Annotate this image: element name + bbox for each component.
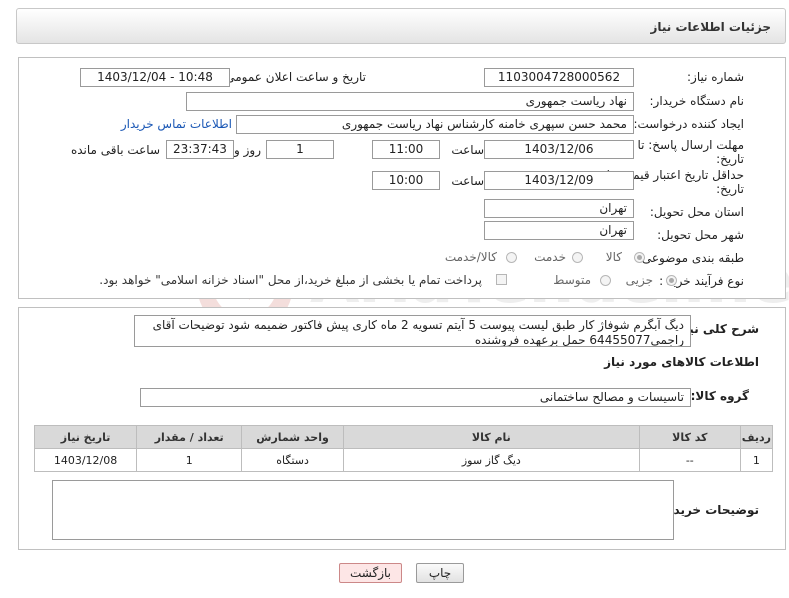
province-field: تهران bbox=[484, 199, 634, 218]
cell-name: دیگ گاز سوز bbox=[342, 448, 640, 472]
goods-table-header: ردیف کد کالا نام کالا واحد شمارش تعداد /… bbox=[33, 425, 774, 449]
treasury-payment-checkbox[interactable] bbox=[496, 274, 507, 285]
col-qty: تعداد / مقدار bbox=[136, 425, 243, 449]
need-number-label: شماره نیاز: bbox=[687, 70, 744, 84]
cell-qty: 1 bbox=[136, 448, 243, 472]
page-title: جزئیات اطلاعات نیاز bbox=[650, 20, 771, 34]
price-validity-time-label: ساعت bbox=[451, 174, 484, 188]
col-row: ردیف bbox=[739, 425, 774, 449]
category-label: طبقه بندی موضوعی: bbox=[637, 251, 744, 265]
remaining-time-field: 23:37:43 bbox=[166, 140, 234, 159]
cell-code: -- bbox=[638, 448, 741, 472]
process-medium-radio[interactable] bbox=[600, 275, 611, 286]
days-label: روز و bbox=[234, 143, 261, 157]
reply-time-label: ساعت bbox=[451, 143, 484, 157]
process-medium-label: متوسط bbox=[553, 273, 591, 287]
buyer-notes-field[interactable] bbox=[52, 480, 674, 540]
creator-label: ایجاد کننده درخواست: bbox=[633, 117, 744, 131]
reply-deadline-label: مهلت ارسال پاسخ: تا bbox=[637, 138, 744, 152]
goods-group-field: تاسیسات و مصالح ساختمانی bbox=[140, 388, 691, 407]
cell-unit: دستگاه bbox=[241, 448, 344, 472]
reply-deadline-date-label: تاریخ: bbox=[716, 152, 744, 166]
col-date: تاریخ نیاز bbox=[33, 425, 138, 449]
city-label: شهر محل تحویل: bbox=[657, 228, 744, 242]
city-field: تهران bbox=[484, 221, 634, 240]
reply-deadline-date-field: 1403/12/06 bbox=[484, 140, 634, 159]
back-button[interactable]: بازگشت bbox=[339, 563, 402, 583]
goods-table: ردیف کد کالا نام کالا واحد شمارش تعداد /… bbox=[33, 425, 774, 472]
col-unit: واحد شمارش bbox=[241, 425, 344, 449]
description-field: دیگ آبگرم شوفاژ کار طبق لیست پیوست 5 آیت… bbox=[134, 315, 691, 347]
category-service-radio[interactable] bbox=[572, 252, 583, 263]
page-header: جزئیات اطلاعات نیاز bbox=[16, 8, 786, 44]
buyer-org-label: نام دستگاه خریدار: bbox=[649, 94, 745, 108]
col-name: نام کالا bbox=[342, 425, 640, 449]
remaining-days-field: 1 bbox=[266, 140, 334, 159]
price-validity-date-field: 1403/12/09 bbox=[484, 171, 634, 190]
category-goods-radio[interactable] bbox=[634, 252, 645, 263]
buyer-org-field: نهاد ریاست جمهوری bbox=[186, 92, 634, 111]
need-number-field: 1103004728000562 bbox=[484, 68, 634, 87]
cell-row: 1 bbox=[739, 448, 774, 472]
price-validity-date-label: تاریخ: bbox=[716, 182, 744, 196]
table-row: 1 -- دیگ گاز سوز دستگاه 1 1403/12/08 bbox=[33, 448, 774, 472]
process-minor-radio[interactable] bbox=[666, 275, 677, 286]
goods-section-title: اطلاعات کالاهای مورد نیاز bbox=[604, 355, 759, 369]
description-text: دیگ آبگرم شوفاژ کار طبق لیست پیوست 5 آیت… bbox=[152, 318, 684, 347]
print-button[interactable]: چاپ bbox=[416, 563, 464, 583]
remaining-time-label: ساعت باقی مانده bbox=[70, 143, 160, 157]
cell-date: 1403/12/08 bbox=[33, 448, 138, 472]
process-minor-label: جزیی bbox=[625, 273, 653, 287]
col-code: کد کالا bbox=[638, 425, 741, 449]
category-both-radio[interactable] bbox=[506, 252, 517, 263]
announce-date-label: تاریخ و ساعت اعلان عمومی: bbox=[221, 70, 366, 84]
province-label: استان محل تحویل: bbox=[649, 205, 744, 219]
reply-time-field: 11:00 bbox=[372, 140, 440, 159]
buyer-contact-link[interactable]: اطلاعات تماس خریدار bbox=[121, 117, 232, 131]
treasury-payment-note: پرداخت تمام یا بخشی از مبلغ خرید،از محل … bbox=[99, 273, 482, 287]
price-validity-time-field: 10:00 bbox=[372, 171, 440, 190]
category-goods-label: کالا bbox=[605, 250, 622, 264]
category-both-label: کالا/خدمت bbox=[444, 250, 497, 264]
announce-date-field: 1403/12/04 - 10:48 bbox=[80, 68, 230, 87]
creator-field: محمد حسن سپهری خامنه کارشناس نهاد ریاست … bbox=[236, 115, 634, 134]
category-service-label: خدمت bbox=[534, 250, 566, 264]
goods-group-label: گروه کالا: bbox=[690, 389, 749, 403]
